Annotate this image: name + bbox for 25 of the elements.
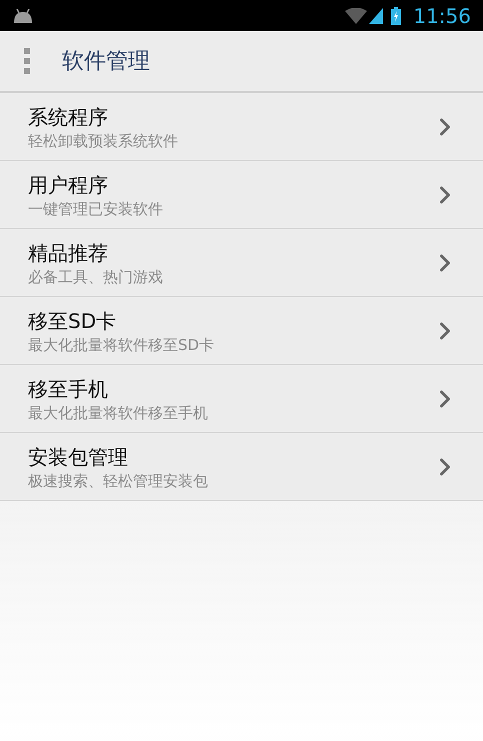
item-subtitle: 必备工具、热门游戏 xyxy=(28,266,164,286)
menu-icon[interactable] xyxy=(24,48,30,74)
item-subtitle: 最大化批量将软件移至SD卡 xyxy=(28,334,216,354)
item-subtitle: 最大化批量将软件移至手机 xyxy=(28,402,209,422)
battery-icon xyxy=(391,6,402,24)
wifi-icon xyxy=(345,8,368,24)
menu-item[interactable]: 移至SD卡 最大化批量将软件移至SD卡 xyxy=(0,297,483,365)
signal-icon xyxy=(369,8,384,24)
menu-item[interactable]: 系统程序 轻松卸载预装系统软件 xyxy=(0,93,483,161)
menu-item[interactable]: 精品推荐 必备工具、热门游戏 xyxy=(0,229,483,297)
app-title: 软件管理 xyxy=(62,48,150,76)
item-subtitle: 轻松卸载预装系统软件 xyxy=(28,130,179,150)
item-title: 安装包管理 xyxy=(28,444,129,470)
item-subtitle: 一键管理已安装软件 xyxy=(28,198,164,218)
clock: 11:56 xyxy=(413,2,471,30)
item-subtitle: 极速搜索、轻松管理安装包 xyxy=(28,470,209,490)
item-title: 精品推荐 xyxy=(28,240,109,266)
item-title: 移至SD卡 xyxy=(28,308,118,334)
menu-item[interactable]: 安装包管理 极速搜索、轻松管理安装包 xyxy=(0,433,483,501)
menu-item[interactable]: 用户程序 一键管理已安装软件 xyxy=(0,161,483,229)
item-title: 移至手机 xyxy=(28,376,109,402)
android-icon xyxy=(12,8,34,22)
item-title: 用户程序 xyxy=(28,172,109,198)
item-title: 系统程序 xyxy=(28,104,109,130)
menu-item[interactable]: 移至手机 最大化批量将软件移至手机 xyxy=(0,365,483,433)
